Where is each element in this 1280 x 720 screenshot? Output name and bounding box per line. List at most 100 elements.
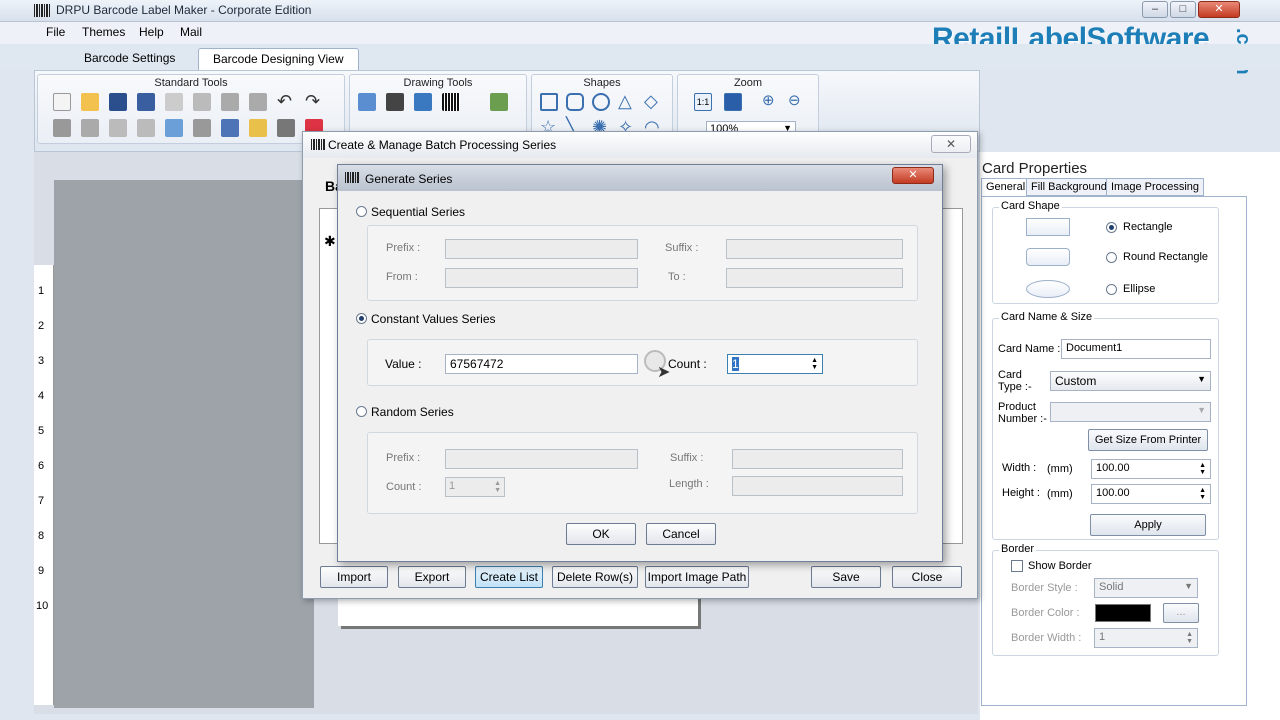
product-number-select[interactable]: ▼ <box>1050 402 1211 422</box>
rounded-rectangle-icon[interactable] <box>566 93 584 111</box>
import-image-path-button[interactable]: Import Image Path <box>645 566 749 588</box>
sequential-prefix-input[interactable] <box>445 239 638 259</box>
tab-barcode-designing-view[interactable]: Barcode Designing View <box>198 48 359 70</box>
random-series-label: Random Series <box>371 405 454 419</box>
count-input[interactable]: 1 ▲ ▼ <box>727 354 823 374</box>
actual-size-icon[interactable]: 1:1 <box>694 93 712 111</box>
menu-themes[interactable]: Themes <box>82 25 125 39</box>
menu-file[interactable]: File <box>46 25 65 39</box>
export-button[interactable]: Export <box>398 566 466 588</box>
save-icon[interactable] <box>109 93 127 111</box>
panel-title: Card Properties <box>982 160 1088 177</box>
send-back-icon[interactable] <box>53 119 71 137</box>
sequential-suffix-input[interactable] <box>726 239 903 259</box>
create-list-button[interactable]: Create List <box>475 566 543 588</box>
close-window-button[interactable]: ✕ <box>1198 1 1240 18</box>
border-width-input[interactable]: 1 ▲ ▼ <box>1094 628 1198 648</box>
fit-page-icon[interactable] <box>724 93 742 111</box>
ruler-tick-label: 2 <box>38 320 45 332</box>
window-title: DRPU Barcode Label Maker - Corporate Edi… <box>56 3 312 17</box>
tab-image-processing[interactable]: Image Processing <box>1106 178 1205 196</box>
border-style-select[interactable]: Solid ▼ <box>1094 578 1198 598</box>
barcode-icon[interactable] <box>442 93 460 111</box>
rectangle-icon[interactable] <box>540 93 558 111</box>
new-icon[interactable] <box>53 93 71 111</box>
apply-button[interactable]: Apply <box>1090 514 1206 536</box>
save-as-icon[interactable] <box>137 93 155 111</box>
stepper-icon[interactable]: ▲ ▼ <box>1199 462 1206 476</box>
image-library-icon[interactable] <box>490 93 508 111</box>
redo-icon[interactable]: ↷ <box>305 92 323 111</box>
import-button[interactable]: Import <box>320 566 388 588</box>
card-name-input[interactable]: Document1 <box>1061 339 1211 359</box>
close-dialog-button[interactable]: ✕ <box>892 167 934 184</box>
prefix-label: Prefix : <box>386 452 421 464</box>
delete-rows-button[interactable]: Delete Row(s) <box>552 566 638 588</box>
length-input[interactable] <box>732 476 903 496</box>
random-count-input[interactable]: 1 ▲ ▼ <box>445 477 505 497</box>
undo-icon[interactable]: ↶ <box>277 92 295 111</box>
diamond-icon[interactable]: ◇ <box>644 92 662 111</box>
stepper-icon[interactable]: ▲ ▼ <box>1186 631 1193 645</box>
copy-icon[interactable] <box>165 93 183 111</box>
picture-icon[interactable] <box>414 93 432 111</box>
card-type-select[interactable]: Custom ▼ <box>1050 371 1211 391</box>
maximize-button[interactable]: □ <box>1170 1 1196 18</box>
cut-icon[interactable] <box>221 93 239 111</box>
database-icon[interactable] <box>193 119 211 137</box>
from-input[interactable] <box>445 268 638 288</box>
round-rectangle-radio[interactable] <box>1106 252 1117 263</box>
height-input[interactable]: 100.00 ▲ ▼ <box>1091 484 1211 504</box>
constant-values-series-radio[interactable] <box>356 313 367 324</box>
zoom-out-icon[interactable]: ⊖ <box>788 93 806 111</box>
group-legend: Card Shape <box>999 200 1062 212</box>
paste-icon[interactable] <box>193 93 211 111</box>
zoom-in-icon[interactable]: ⊕ <box>762 93 780 111</box>
tab-barcode-settings[interactable]: Barcode Settings <box>70 48 189 70</box>
open-icon[interactable] <box>81 93 99 111</box>
tab-fill-background[interactable]: Fill Background <box>1026 178 1112 196</box>
cancel-button[interactable]: Cancel <box>646 523 716 545</box>
value-input[interactable]: 67567472 <box>445 354 638 374</box>
show-border-checkbox[interactable] <box>1011 560 1023 572</box>
ruler-tick-label: 1 <box>38 285 45 297</box>
pencil-icon[interactable] <box>386 93 404 111</box>
ellipse-radio[interactable] <box>1106 284 1117 295</box>
stepper-icon[interactable]: ▲ ▼ <box>1199 487 1206 501</box>
menu-mail[interactable]: Mail <box>180 25 202 39</box>
ok-button[interactable]: OK <box>566 523 636 545</box>
menu-help[interactable]: Help <box>139 25 164 39</box>
minimize-button[interactable]: – <box>1142 1 1168 18</box>
print-icon[interactable] <box>277 119 295 137</box>
count-label: Count : <box>386 481 422 493</box>
text-icon[interactable] <box>358 93 376 111</box>
bring-front-icon[interactable] <box>81 119 99 137</box>
save-button[interactable]: Save <box>811 566 881 588</box>
get-size-from-printer-button[interactable]: Get Size From Printer <box>1088 429 1208 451</box>
close-icon[interactable]: ✕ <box>931 135 971 153</box>
round-rectangle-shape-preview <box>1026 248 1070 266</box>
random-suffix-input[interactable] <box>732 449 903 469</box>
unlock-icon[interactable] <box>137 119 155 137</box>
batch-icon[interactable] <box>221 119 239 137</box>
delete-icon[interactable] <box>249 93 267 111</box>
mail-icon[interactable] <box>249 119 267 137</box>
dialog-title-bar: Create & Manage Batch Processing Series … <box>303 132 977 158</box>
random-series-radio[interactable] <box>356 406 367 417</box>
random-prefix-input[interactable] <box>445 449 638 469</box>
ellipse-icon[interactable] <box>592 93 610 111</box>
triangle-icon[interactable]: △ <box>618 92 636 111</box>
close-button[interactable]: Close <box>892 566 962 588</box>
grid-icon[interactable] <box>165 119 183 137</box>
width-input[interactable]: 100.00 ▲ ▼ <box>1091 459 1211 479</box>
lock-icon[interactable] <box>109 119 127 137</box>
random-series-box: Prefix : Suffix : Count : 1 ▲ ▼ Length : <box>367 432 918 514</box>
sequential-series-radio[interactable] <box>356 206 367 217</box>
rectangle-radio[interactable] <box>1106 222 1117 233</box>
to-input[interactable] <box>726 268 903 288</box>
border-color-button[interactable]: ... <box>1163 603 1199 623</box>
tab-general[interactable]: General <box>981 178 1031 196</box>
suffix-label: Suffix : <box>665 242 699 254</box>
stepper-icon[interactable]: ▲ ▼ <box>494 480 501 494</box>
stepper-icon[interactable]: ▲ ▼ <box>811 357 818 371</box>
